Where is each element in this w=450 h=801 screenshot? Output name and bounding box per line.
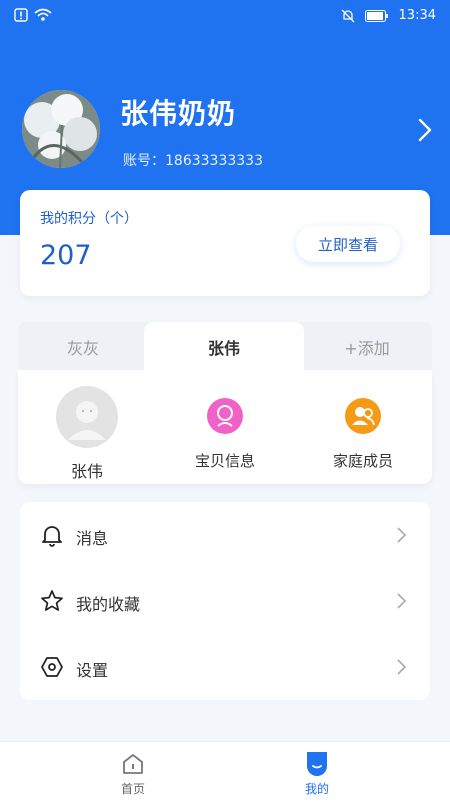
points-value: 207 [40, 240, 92, 271]
baby-info-icon [207, 398, 243, 434]
menu-card: 消息 我的收藏 设置 [20, 502, 430, 700]
avatar[interactable] [22, 90, 100, 168]
view-points-button[interactable]: 立即查看 [296, 226, 400, 262]
settings-icon [41, 657, 63, 677]
notification-alert-icon [14, 8, 28, 22]
battery-icon [364, 9, 388, 22]
profile-name: 张伟奶奶 [120, 97, 237, 130]
baby-info-label: 宝贝信息 [194, 452, 255, 470]
nav-profile-label: 我的 [304, 782, 329, 796]
child-name: 张伟 [70, 462, 103, 481]
menu-label-favorites: 我的收藏 [76, 595, 141, 614]
nav-home-label: 首页 [120, 782, 145, 796]
wifi-icon [34, 8, 52, 21]
tab-add[interactable]: +添加 [302, 322, 432, 372]
family-members-label: 家庭成员 [332, 452, 393, 470]
points-card: 我的积分（个） 207 立即查看 [20, 190, 430, 296]
child-avatar-item[interactable]: 张伟 [18, 370, 156, 484]
home-icon [123, 754, 143, 774]
menu-label-messages: 消息 [76, 529, 109, 548]
chevron-right-icon [397, 593, 406, 609]
tab-zhangwei[interactable]: 张伟 [144, 322, 304, 372]
menu-item-favorites[interactable]: 我的收藏 [20, 568, 430, 634]
nav-profile[interactable]: 我的 [257, 742, 377, 801]
mute-bell-icon [341, 9, 354, 22]
family-card: 张伟 宝贝信息 家庭成员 [18, 370, 432, 484]
star-icon [41, 590, 63, 611]
status-time: 13:34 [398, 8, 436, 23]
points-label: 我的积分（个） [40, 211, 138, 227]
menu-item-settings[interactable]: 设置 [20, 634, 430, 700]
baby-info-item[interactable]: 宝贝信息 [156, 370, 294, 484]
bell-icon [42, 526, 62, 547]
chevron-right-icon [397, 527, 406, 543]
nav-home[interactable]: 首页 [73, 742, 193, 801]
tab-huihui[interactable]: 灰灰 [18, 322, 148, 372]
profile-icon [307, 752, 327, 776]
family-members-item[interactable]: 家庭成员 [294, 370, 432, 484]
family-members-icon [345, 398, 381, 434]
chevron-right-icon[interactable] [418, 118, 432, 142]
family-tabs: 灰灰 张伟 +添加 [18, 322, 432, 372]
bottom-nav: 首页 我的 [0, 741, 450, 801]
menu-item-messages[interactable]: 消息 [20, 502, 430, 568]
default-avatar-icon [56, 386, 118, 448]
account-number: 账号：18633333333 [123, 153, 263, 169]
chevron-right-icon [397, 659, 406, 675]
menu-label-settings: 设置 [76, 661, 109, 680]
status-bar: 13:34 [0, 0, 450, 36]
